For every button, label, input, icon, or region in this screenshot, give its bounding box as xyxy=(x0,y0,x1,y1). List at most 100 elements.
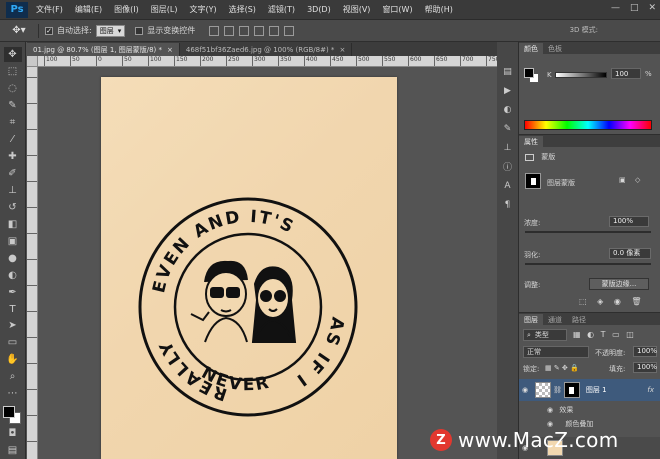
show-transform-checkbox[interactable] xyxy=(135,26,144,35)
layer-mask-thumbnail[interactable] xyxy=(563,382,580,398)
density-slider[interactable] xyxy=(525,231,651,233)
menu-3d[interactable]: 3D(D) xyxy=(307,5,331,14)
pen-tool-icon[interactable]: ✒ xyxy=(4,285,22,300)
adjustments-panel-icon[interactable]: ◐ xyxy=(500,102,516,117)
type-tool-icon[interactable]: T xyxy=(4,302,22,317)
maximize-button[interactable]: □ xyxy=(630,3,639,13)
close-button[interactable]: ✕ xyxy=(648,3,656,13)
density-field[interactable]: 100% xyxy=(609,216,649,227)
tab-channels[interactable]: 通道 xyxy=(543,314,567,325)
pixel-filter-icon[interactable]: ▦ xyxy=(573,330,581,339)
align-top-icon[interactable] xyxy=(209,25,220,36)
tab-properties[interactable]: 属性 xyxy=(519,136,543,147)
menu-edit[interactable]: 编辑(E) xyxy=(75,4,102,15)
smart-filter-icon[interactable]: ◫ xyxy=(626,330,634,339)
move-tool-preset-icon[interactable]: ✥▾ xyxy=(6,23,32,39)
hand-tool-icon[interactable]: ✋ xyxy=(4,352,22,367)
auto-select-checkbox[interactable]: ✓ xyxy=(45,26,53,35)
align-hcenter-icon[interactable] xyxy=(269,25,280,36)
panel-foreground-swatch[interactable] xyxy=(524,68,534,78)
align-right-icon[interactable] xyxy=(284,25,295,36)
menu-layer[interactable]: 图层(L) xyxy=(151,4,178,15)
menu-image[interactable]: 图像(I) xyxy=(114,4,139,15)
layer-row-selected[interactable]: ◉ ⛓ 图层 1 fx xyxy=(519,379,660,401)
dodge-tool-icon[interactable]: ◐ xyxy=(4,268,22,283)
tab-layers[interactable]: 图层 xyxy=(519,314,543,325)
move-tool-icon[interactable]: ✥ xyxy=(3,47,22,62)
mask-thumbnail[interactable] xyxy=(525,173,541,189)
brush-panel-icon[interactable]: ✎ xyxy=(500,121,516,136)
menu-help[interactable]: 帮助(H) xyxy=(425,4,453,15)
eye-icon[interactable]: ◉ xyxy=(519,386,531,394)
eye-icon[interactable]: ◉ xyxy=(547,420,553,428)
feather-slider[interactable] xyxy=(525,263,651,265)
doc-tab-inactive[interactable]: 468f51bf36Zaed6.jpg @ 100% (RGB/8#) * × xyxy=(180,43,353,56)
menu-select[interactable]: 选择(S) xyxy=(229,4,256,15)
effects-row[interactable]: ◉ 效果 xyxy=(547,405,573,415)
info-panel-icon[interactable]: ⓘ xyxy=(500,159,516,174)
doc-tab-active[interactable]: 01.jpg @ 80.7% (图层 1, 图层蒙版/8) * × xyxy=(27,43,180,56)
color-spectrum[interactable] xyxy=(524,120,652,130)
eraser-tool-icon[interactable]: ◧ xyxy=(4,217,22,232)
menu-window[interactable]: 窗口(W) xyxy=(382,4,412,15)
mask-edge-button[interactable]: 蒙版边缘... xyxy=(589,278,649,290)
delete-mask-icon[interactable]: 🗑 xyxy=(631,297,641,306)
zoom-tool-icon[interactable]: ⌕ xyxy=(4,369,22,384)
actions-panel-icon[interactable]: ▶ xyxy=(500,83,516,98)
type-filter-icon[interactable]: T xyxy=(601,330,606,339)
blend-mode-dropdown[interactable]: 正常 xyxy=(523,346,589,358)
tab-paths[interactable]: 路径 xyxy=(567,314,591,325)
character-panel-icon[interactable]: A xyxy=(500,178,516,193)
load-selection-icon[interactable]: ⬚ xyxy=(579,297,587,306)
k-slider[interactable] xyxy=(555,72,607,78)
gradient-tool-icon[interactable]: ▣ xyxy=(4,234,22,249)
align-left-icon[interactable] xyxy=(254,25,265,36)
marquee-tool-icon[interactable]: ⬚ xyxy=(4,64,22,79)
minimize-button[interactable]: — xyxy=(611,3,620,13)
brush-tool-icon[interactable]: ✐ xyxy=(4,166,22,181)
history-brush-tool-icon[interactable]: ↺ xyxy=(4,200,22,215)
lasso-tool-icon[interactable]: ◌ xyxy=(4,81,22,96)
shape-filter-icon[interactable]: ▭ xyxy=(612,330,620,339)
layer-thumbnail[interactable] xyxy=(535,382,551,398)
eye-icon[interactable]: ◉ xyxy=(547,406,553,414)
auto-select-dropdown[interactable]: 图层 ▾ xyxy=(95,24,126,37)
foreground-color-swatch[interactable] xyxy=(2,406,15,419)
healing-brush-tool-icon[interactable]: ✚ xyxy=(4,149,22,164)
crop-tool-icon[interactable]: ⌗ xyxy=(4,115,22,130)
blur-tool-icon[interactable]: ● xyxy=(4,251,22,266)
layer-name[interactable]: 图层 1 xyxy=(586,385,607,395)
more-tools-icon[interactable]: ⋯ xyxy=(4,386,22,401)
close-icon[interactable]: × xyxy=(339,46,345,54)
menu-file[interactable]: 文件(F) xyxy=(36,4,63,15)
paragraph-panel-icon[interactable]: ¶ xyxy=(500,197,516,212)
fx-icon[interactable]: fx xyxy=(647,386,654,394)
shape-tool-icon[interactable]: ▭ xyxy=(4,335,22,350)
vector-mask-icon[interactable]: ◇ xyxy=(635,176,640,184)
screen-mode-icon[interactable]: ▤ xyxy=(4,443,22,458)
align-vcenter-icon[interactable] xyxy=(224,25,235,36)
menu-filter[interactable]: 滤镜(T) xyxy=(268,4,295,15)
clone-stamp-tool-icon[interactable]: ⊥ xyxy=(4,183,22,198)
apply-mask-icon[interactable]: ◈ xyxy=(597,297,603,306)
path-select-tool-icon[interactable]: ➤ xyxy=(4,319,22,334)
eyedropper-tool-icon[interactable]: ⁄ xyxy=(4,132,22,147)
k-value-field[interactable]: 100 xyxy=(611,68,641,79)
history-panel-icon[interactable]: ▤ xyxy=(500,64,516,79)
document-canvas[interactable]: EVEN AND IT'S REALLY AS IF I NEVER xyxy=(101,77,397,459)
quick-select-tool-icon[interactable]: ✎ xyxy=(4,98,22,113)
menu-view[interactable]: 视图(V) xyxy=(343,4,371,15)
toggle-mask-icon[interactable]: ◉ xyxy=(614,297,621,306)
feather-field[interactable]: 0.0 像素 xyxy=(609,248,651,259)
lock-icons[interactable]: ▦ ✎ ✥ 🔒 xyxy=(545,364,579,372)
canvas-area[interactable]: EVEN AND IT'S REALLY AS IF I NEVER xyxy=(38,67,497,459)
pixel-mask-icon[interactable]: ▣ xyxy=(619,176,626,184)
adjust-filter-icon[interactable]: ◐ xyxy=(587,330,594,339)
menu-type[interactable]: 文字(Y) xyxy=(189,4,216,15)
quick-mask-icon[interactable]: ◘ xyxy=(4,426,22,441)
filter-kind-dropdown[interactable]: ⌕ 类型 xyxy=(523,329,567,341)
align-bottom-icon[interactable] xyxy=(239,25,250,36)
close-icon[interactable]: × xyxy=(167,46,173,54)
opacity-field[interactable]: 100% xyxy=(633,346,657,357)
clone-source-icon[interactable]: ⊥ xyxy=(500,140,516,155)
